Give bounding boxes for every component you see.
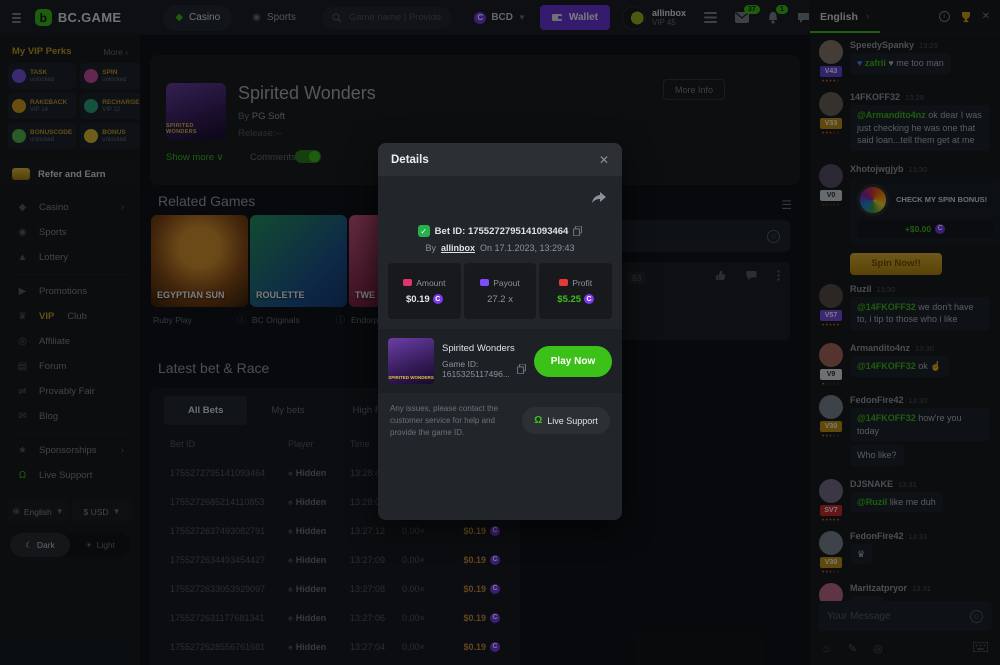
stat-profit: Profit $5.25C (539, 263, 612, 319)
modal-bet-id: 1755272795141093464 (468, 226, 568, 237)
close-icon[interactable]: ✕ (599, 153, 609, 167)
modal-title: Details (391, 154, 599, 166)
profit-icon (559, 279, 568, 286)
headphones-icon: Ω (534, 415, 542, 426)
live-support-button[interactable]: Ω Live Support (522, 407, 610, 434)
modal-bet-datetime: On 17.1.2023, 13:29:43 (480, 243, 575, 253)
bet-details-modal: Details ✕ ✓ Bet ID: 1755272795141093464 … (378, 143, 622, 520)
copy-icon[interactable] (517, 364, 526, 374)
modal-game-name: Spirited Wonders (442, 343, 526, 354)
play-now-button[interactable]: Play Now (534, 346, 612, 377)
modal-stats: Amount $0.19C Payout 27.2 x Profit $5.25… (388, 263, 612, 319)
payout-icon (480, 279, 489, 286)
copy-icon[interactable] (573, 226, 582, 236)
share-icon[interactable] (592, 191, 606, 209)
stat-payout: Payout 27.2 x (464, 263, 537, 319)
amount-icon (403, 279, 412, 286)
game-thumbnail: SPIRITED WONDERS (388, 338, 434, 384)
coin-icon: C (433, 294, 443, 304)
modal-game-id: Game ID: 1615325117496... (442, 359, 513, 379)
stat-amount: Amount $0.19C (388, 263, 461, 319)
support-note: Any issues, please contact the customer … (390, 403, 514, 439)
modal-header: Details ✕ (378, 143, 622, 176)
modal-game-row: SPIRITED WONDERS Spirited Wonders Game I… (378, 329, 622, 393)
coin-icon: C (584, 294, 594, 304)
bc-game-app: b BC.GAME ◆ Casino ◉ Sports C BCD ▼ Wall… (0, 0, 1000, 665)
verified-shield-icon: ✓ (418, 225, 430, 237)
modal-username-link[interactable]: allinbox (441, 243, 475, 253)
